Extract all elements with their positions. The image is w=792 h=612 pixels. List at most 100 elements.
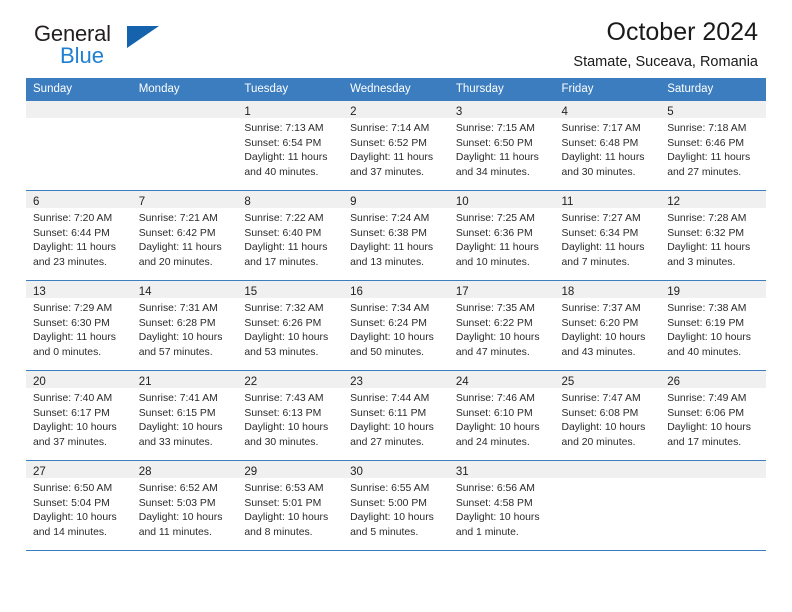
sunset-text: Sunset: 6:50 PM xyxy=(455,137,533,149)
daylight-text-line1: Daylight: 10 hours xyxy=(244,512,329,524)
sunset-text: Sunset: 5:04 PM xyxy=(33,497,110,509)
sunrise-text: Sunrise: 7:35 AM xyxy=(455,303,535,314)
day-number: 23 xyxy=(350,376,363,388)
calendar-day-cell: 13 Sunrise: 7:29 AM Sunset: 6:30 PM Dayligh… xyxy=(26,280,132,371)
sunrise-text: Sunrise: 6:55 AM xyxy=(350,483,430,494)
daylight-text-line1: Daylight: 10 hours xyxy=(455,512,540,524)
calendar-cell-empty xyxy=(26,100,132,191)
daylight-text-line1: Daylight: 11 hours xyxy=(455,152,539,164)
day-details: Sunrise: 6:53 AM Sunset: 5:01 PM Daylight:… xyxy=(237,478,343,540)
calendar-cell-empty xyxy=(131,100,238,191)
daylight-text-line2: and 17 minutes. xyxy=(667,436,742,448)
daylight-text-line2: and 37 minutes. xyxy=(350,166,425,178)
daylight-text-line2: and 37 minutes. xyxy=(33,436,107,448)
daylight-text-line1: Daylight: 10 hours xyxy=(350,422,434,434)
day-details: Sunrise: 7:34 AM Sunset: 6:24 PM Daylight:… xyxy=(343,298,449,360)
day-details: Sunrise: 7:35 AM Sunset: 6:22 PM Daylight:… xyxy=(449,298,555,360)
sunrise-text: Sunrise: 7:22 AM xyxy=(244,213,324,224)
daylight-text-line1: Daylight: 11 hours xyxy=(561,242,645,254)
sunset-text: Sunset: 6:28 PM xyxy=(138,317,216,329)
calendar-week-row: 1 Sunrise: 7:13 AM Sunset: 6:54 PM Daylight… xyxy=(26,100,766,191)
sunset-text: Sunset: 6:38 PM xyxy=(350,227,427,239)
day-number: 11 xyxy=(561,196,574,208)
daylight-text-line2: and 11 minutes. xyxy=(138,526,212,538)
day-details: Sunrise: 7:44 AM Sunset: 6:11 PM Daylight:… xyxy=(343,388,449,450)
day-number: 22 xyxy=(244,376,258,388)
day-details: Sunrise: 7:47 AM Sunset: 6:08 PM Daylight:… xyxy=(555,388,661,450)
sunset-text: Sunset: 6:08 PM xyxy=(561,407,639,419)
sunset-text: Sunset: 6:13 PM xyxy=(244,407,322,419)
day-number-strip: 16 xyxy=(343,281,449,298)
sunset-text: Sunset: 6:17 PM xyxy=(33,407,110,419)
calendar-day-cell: 12 Sunrise: 7:28 AM Sunset: 6:32 PM Dayligh… xyxy=(660,190,766,281)
title-block: October 2024 Stamate, Suceava, Romania xyxy=(573,16,758,73)
sunrise-text: Sunrise: 7:24 AM xyxy=(350,213,430,224)
day-number-strip: 20 xyxy=(26,371,132,388)
calendar-day-cell: 27 Sunrise: 6:50 AM Sunset: 5:04 PM Dayligh… xyxy=(26,460,132,551)
day-number-strip: 30 xyxy=(343,461,449,478)
day-number: 1 xyxy=(244,106,251,118)
day-number-strip: 2 xyxy=(343,101,449,118)
calendar-day-cell: 22 Sunrise: 7:43 AM Sunset: 6:13 PM Dayligh… xyxy=(237,370,344,461)
daylight-text-line1: Daylight: 10 hours xyxy=(244,332,329,344)
day-details: Sunrise: 7:18 AM Sunset: 6:46 PM Daylight:… xyxy=(660,118,766,180)
sunrise-text: Sunrise: 7:34 AM xyxy=(350,303,430,314)
day-number-strip: 31 xyxy=(448,461,555,478)
sunrise-text: Sunrise: 7:29 AM xyxy=(33,303,113,314)
sunset-text: Sunset: 5:00 PM xyxy=(350,497,427,509)
daylight-text-line2: and 27 minutes. xyxy=(667,166,742,178)
day-number: 29 xyxy=(244,466,258,478)
daylight-text-line1: Daylight: 10 hours xyxy=(138,512,223,524)
day-details: Sunrise: 7:40 AM Sunset: 6:17 PM Daylight:… xyxy=(26,388,132,450)
sunset-text: Sunset: 6:46 PM xyxy=(667,137,745,149)
day-number: 21 xyxy=(138,376,152,388)
day-number: 30 xyxy=(350,466,363,478)
sunset-text: Sunset: 6:54 PM xyxy=(244,137,322,149)
calendar-table: Sunday Monday Tuesday Wednesday Thursday… xyxy=(26,78,766,551)
daylight-text-line1: Daylight: 11 hours xyxy=(667,242,751,254)
sunrise-text: Sunrise: 7:32 AM xyxy=(244,303,324,314)
sunrise-text: Sunrise: 7:27 AM xyxy=(561,213,641,224)
sunset-text: Sunset: 6:10 PM xyxy=(455,407,533,419)
day-details: Sunrise: 7:49 AM Sunset: 6:06 PM Daylight:… xyxy=(660,388,766,450)
sunset-text: Sunset: 4:58 PM xyxy=(455,497,533,509)
daylight-text-line2: and 5 minutes. xyxy=(350,526,419,538)
day-number-strip: 9 xyxy=(343,191,449,208)
day-details: Sunrise: 7:28 AM Sunset: 6:32 PM Daylight:… xyxy=(660,208,766,270)
daylight-text-line1: Daylight: 10 hours xyxy=(350,512,434,524)
sunrise-text: Sunrise: 6:56 AM xyxy=(455,483,535,494)
daylight-text-line2: and 20 minutes. xyxy=(561,436,636,448)
sunrise-text: Sunrise: 7:38 AM xyxy=(667,303,747,314)
sunset-text: Sunset: 6:19 PM xyxy=(667,317,745,329)
sunset-text: Sunset: 6:24 PM xyxy=(350,317,427,329)
day-number: 31 xyxy=(455,466,469,478)
sunrise-text: Sunrise: 6:52 AM xyxy=(138,483,218,494)
calendar-day-cell: 4 Sunrise: 7:17 AM Sunset: 6:48 PM Daylight… xyxy=(554,100,661,191)
day-number-strip: 25 xyxy=(554,371,661,388)
sunrise-text: Sunrise: 7:44 AM xyxy=(350,393,430,404)
calendar-day-cell: 1 Sunrise: 7:13 AM Sunset: 6:54 PM Daylight… xyxy=(237,100,344,191)
daylight-text-line2: and 20 minutes. xyxy=(138,256,213,268)
sunset-text: Sunset: 6:40 PM xyxy=(244,227,322,239)
sunset-text: Sunset: 6:11 PM xyxy=(350,407,427,419)
day-number: 4 xyxy=(561,106,568,118)
day-number-strip: 13 xyxy=(26,281,132,298)
daylight-text-line2: and 33 minutes. xyxy=(138,436,213,448)
day-number-strip: 8 xyxy=(237,191,344,208)
calendar-day-cell: 8 Sunrise: 7:22 AM Sunset: 6:40 PM Daylight… xyxy=(237,190,344,281)
day-number: 19 xyxy=(667,286,681,298)
day-number-strip xyxy=(660,461,766,478)
sunrise-text: Sunrise: 6:53 AM xyxy=(244,483,324,494)
day-details: Sunrise: 7:32 AM Sunset: 6:26 PM Daylight:… xyxy=(237,298,343,360)
day-number-strip: 17 xyxy=(448,281,555,298)
calendar-day-cell: 24 Sunrise: 7:46 AM Sunset: 6:10 PM Dayligh… xyxy=(448,370,555,461)
calendar-day-cell: 19 Sunrise: 7:38 AM Sunset: 6:19 PM Dayligh… xyxy=(660,280,766,371)
sunrise-text: Sunrise: 7:40 AM xyxy=(33,393,113,404)
calendar-day-cell: 25 Sunrise: 7:47 AM Sunset: 6:08 PM Dayligh… xyxy=(554,370,661,461)
day-number-strip: 10 xyxy=(448,191,555,208)
daylight-text-line1: Daylight: 10 hours xyxy=(455,332,540,344)
weekday-header-monday: Monday xyxy=(131,78,238,101)
calendar-day-cell: 23 Sunrise: 7:44 AM Sunset: 6:11 PM Dayligh… xyxy=(343,370,449,461)
day-number-strip: 18 xyxy=(554,281,661,298)
sunrise-text: Sunrise: 7:20 AM xyxy=(33,213,113,224)
